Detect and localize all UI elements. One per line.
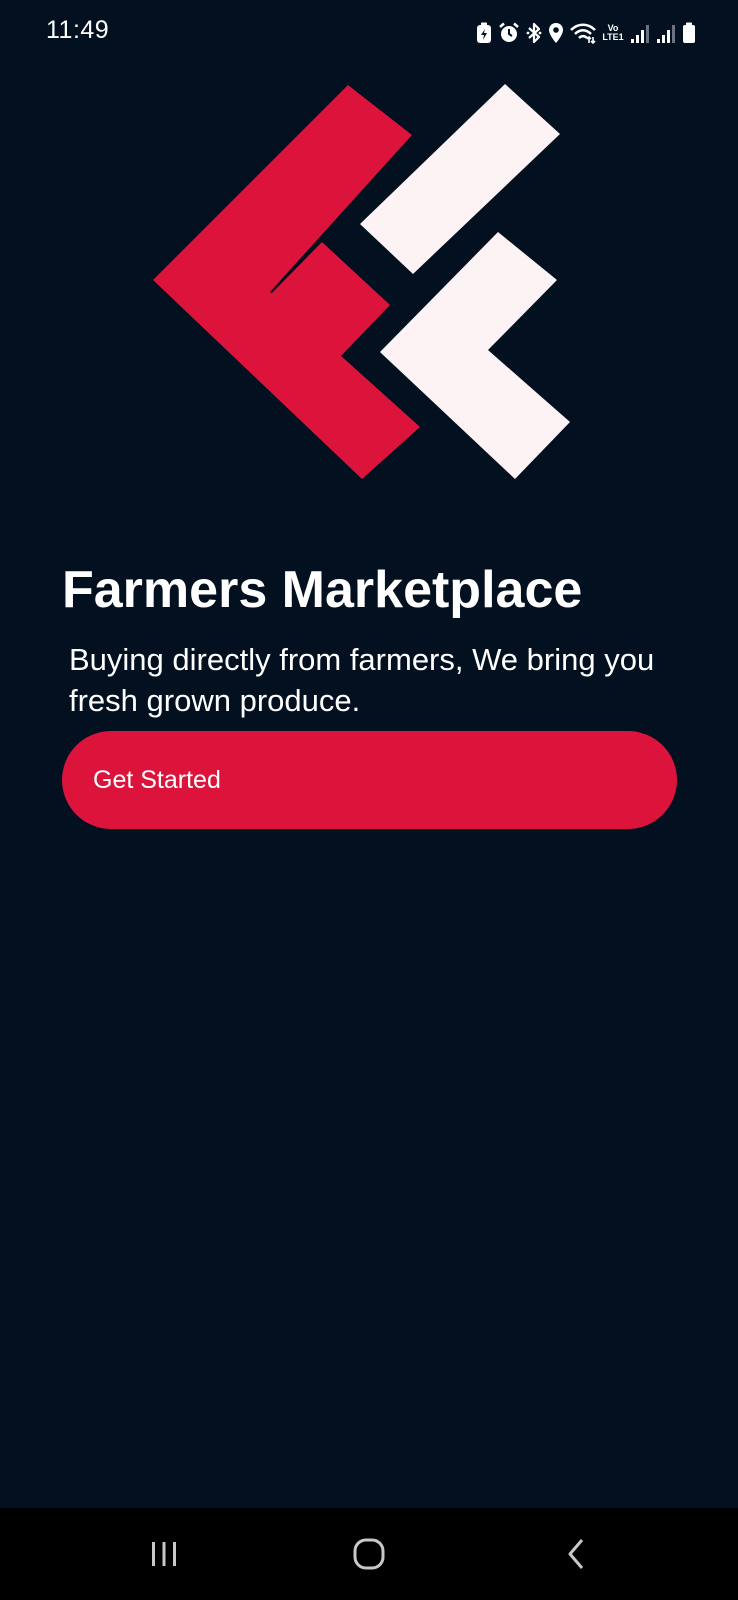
recents-icon	[152, 1542, 176, 1566]
farmers-marketplace-logo	[150, 82, 590, 497]
bluetooth-icon	[526, 22, 542, 44]
back-button[interactable]	[517, 1508, 637, 1600]
page-title: Farmers Marketplace	[62, 561, 583, 619]
home-button[interactable]	[309, 1508, 429, 1600]
location-icon	[548, 22, 564, 44]
battery-saver-icon	[476, 22, 492, 44]
status-icons: Vo LTE1	[476, 19, 696, 47]
alarm-icon	[498, 22, 520, 44]
wifi-icon	[570, 22, 596, 44]
back-icon	[568, 1539, 584, 1569]
page-subtitle: Buying directly from farmers, We bring y…	[69, 642, 655, 718]
logo-white-bar	[360, 84, 560, 274]
status-bar: 11:49 Vo LTE1	[0, 0, 738, 66]
status-time: 11:49	[46, 16, 110, 44]
battery-icon	[682, 22, 696, 44]
navigation-bar	[0, 1508, 738, 1600]
signal-icon	[630, 22, 650, 44]
recents-button[interactable]	[104, 1508, 224, 1600]
get-started-button[interactable]: Get Started	[62, 731, 677, 829]
signal-icon	[656, 22, 676, 44]
home-icon	[353, 1538, 385, 1570]
volte-label: Vo LTE1	[602, 23, 624, 42]
